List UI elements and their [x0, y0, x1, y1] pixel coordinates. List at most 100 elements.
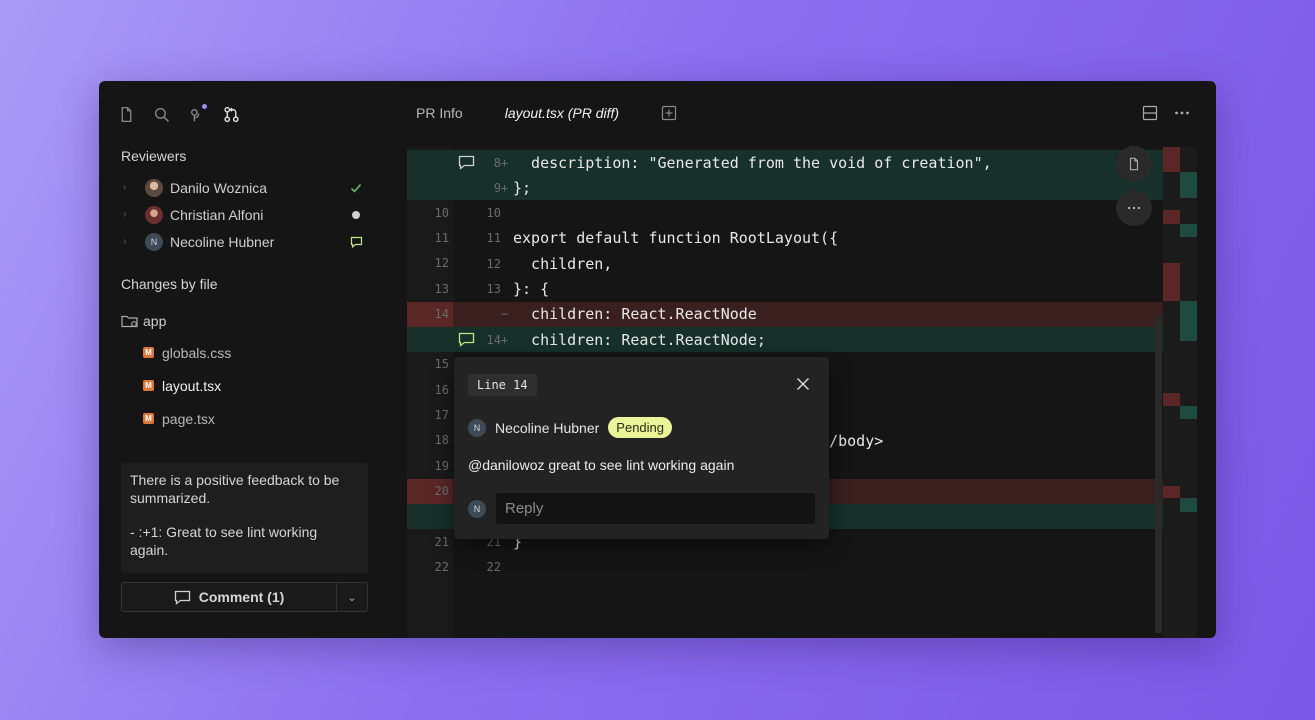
more-options-button[interactable] — [1116, 190, 1152, 226]
author-name: Necoline Hubner — [495, 419, 600, 436]
file-name: layout.tsx — [162, 377, 222, 394]
diff-line[interactable]: 10 10 — [407, 201, 1163, 226]
comment-icon — [174, 590, 190, 605]
old-line-number: 11 — [434, 230, 449, 245]
avatar: N — [145, 232, 163, 251]
tab-bar: PR Info layout.tsx (PR diff) — [416, 105, 677, 121]
file-tree: app M globals.css M layout.tsx M page.ts… — [121, 306, 367, 435]
close-icon[interactable] — [795, 376, 811, 392]
new-line-number: 22 — [486, 560, 501, 575]
search-icon[interactable] — [152, 105, 171, 124]
minimap-block — [1180, 406, 1197, 419]
branch-icon[interactable] — [187, 104, 207, 124]
code-text: }; — [513, 178, 532, 197]
file-item[interactable]: M page.tsx — [121, 402, 367, 435]
more-icon[interactable] — [1174, 105, 1190, 121]
old-line-number: 12 — [434, 256, 449, 271]
minimap-block — [1163, 486, 1180, 498]
gutter-cell — [453, 251, 479, 276]
summary-paragraph: There is a positive feedback to be summa… — [130, 472, 340, 506]
chevron-right-icon[interactable]: › — [123, 209, 137, 220]
reply-input[interactable] — [496, 493, 815, 524]
diff-line-added[interactable]: 14 + children: React.ReactNode; — [407, 327, 1163, 353]
comment-icon[interactable] — [453, 150, 479, 175]
file-name: page.tsx — [162, 410, 215, 427]
minimap-block — [1180, 172, 1197, 198]
minimap-block — [1163, 393, 1180, 406]
status-badge: Pending — [608, 417, 673, 438]
add-tab-icon[interactable] — [661, 105, 677, 121]
gutter-cell — [453, 226, 479, 251]
scrollbar[interactable] — [1155, 317, 1162, 633]
diff-line-removed[interactable]: 14 − children: React.ReactNode — [407, 301, 1163, 327]
folder-app[interactable]: app — [121, 306, 367, 336]
reviewers-list: › Danilo Woznica › Christian Alfoni › N … — [121, 174, 367, 255]
new-line-number: 11 — [486, 231, 501, 246]
old-line-number: 20 — [407, 478, 453, 504]
old-line-number: 18 — [434, 433, 449, 448]
diff-line[interactable]: 12 12 children, — [407, 251, 1163, 276]
minimap-block — [1180, 301, 1197, 341]
gutter-cell — [453, 277, 479, 302]
comment-button[interactable]: Comment (1) — [122, 583, 337, 611]
split-view-icon[interactable] — [1142, 105, 1158, 121]
file-icon[interactable] — [117, 105, 136, 124]
diff-line[interactable]: 22 22 — [407, 555, 1163, 580]
file-icon — [1129, 157, 1139, 171]
old-line-number: 21 — [434, 534, 449, 549]
comment-icon[interactable] — [453, 327, 479, 352]
diff-line-added[interactable]: 9 +}; — [407, 175, 1163, 201]
diff-sign: + — [501, 180, 509, 195]
folder-icon — [121, 315, 138, 328]
file-name: globals.css — [162, 344, 232, 361]
diff-line-added[interactable]: 8 + description: "Generated from the void… — [407, 150, 1163, 175]
old-line-number: 19 — [434, 458, 449, 473]
code-text: description: "Generated from the void of… — [513, 153, 992, 172]
folder-name: app — [143, 313, 167, 329]
sidebar-toolbar — [117, 104, 241, 124]
minimap-block — [1163, 147, 1180, 172]
reviewers-title: Reviewers — [121, 148, 187, 164]
diff-sign: − — [501, 307, 509, 322]
gutter-cell — [453, 201, 479, 226]
tab-layout-diff[interactable]: layout.tsx (PR diff) — [505, 105, 619, 121]
tab-pr-info[interactable]: PR Info — [416, 105, 463, 121]
comment-button-label: Comment (1) — [198, 589, 285, 605]
new-line-number: 9 — [493, 180, 501, 195]
view-file-button[interactable] — [1116, 146, 1152, 182]
new-line-number: 13 — [486, 282, 501, 296]
diff-line[interactable]: 11 11 export default function RootLayout({ — [407, 226, 1163, 251]
new-line-number: 8 — [493, 155, 501, 170]
check-icon — [349, 181, 363, 195]
old-line-number: 16 — [434, 382, 449, 397]
new-line-number: 14 — [486, 332, 501, 347]
reviewer-row[interactable]: › Christian Alfoni — [121, 201, 367, 228]
changes-title: Changes by file — [121, 276, 218, 292]
code-text: }: { — [513, 280, 550, 298]
pull-request-icon[interactable] — [222, 105, 241, 124]
minimap-block — [1180, 224, 1197, 237]
chevron-right-icon[interactable]: › — [123, 182, 137, 193]
comment-popup: Line 14 N Necoline Hubner Pending @danil… — [454, 357, 829, 539]
new-line-number: 12 — [486, 256, 501, 271]
chevron-right-icon[interactable]: › — [123, 236, 137, 247]
diff-sign: + — [501, 155, 509, 170]
app-window: Reviewers › Danilo Woznica › Christian A… — [99, 81, 1216, 638]
file-item-active[interactable]: M layout.tsx — [121, 369, 367, 402]
line-label: Line 14 — [468, 374, 537, 396]
file-item[interactable]: M globals.css — [121, 336, 367, 369]
chevron-down-icon[interactable]: ⌄ — [337, 583, 367, 611]
diff-sign: + — [501, 332, 509, 347]
code-text: children, — [513, 254, 613, 273]
code-text: children: React.ReactNode; — [513, 330, 766, 349]
more-icon — [1128, 206, 1140, 210]
avatar — [145, 178, 163, 197]
old-line-number: 22 — [434, 559, 449, 574]
old-line-number: 13 — [434, 281, 449, 296]
editor-actions — [1142, 105, 1190, 121]
summary-textarea[interactable]: There is a positive feedback to be summa… — [121, 463, 368, 573]
minimap[interactable] — [1163, 147, 1197, 638]
reviewer-row[interactable]: › N Necoline Hubner — [121, 228, 367, 255]
reviewer-row[interactable]: › Danilo Woznica — [121, 174, 367, 201]
diff-line[interactable]: 13 13 }: { — [407, 277, 1163, 302]
